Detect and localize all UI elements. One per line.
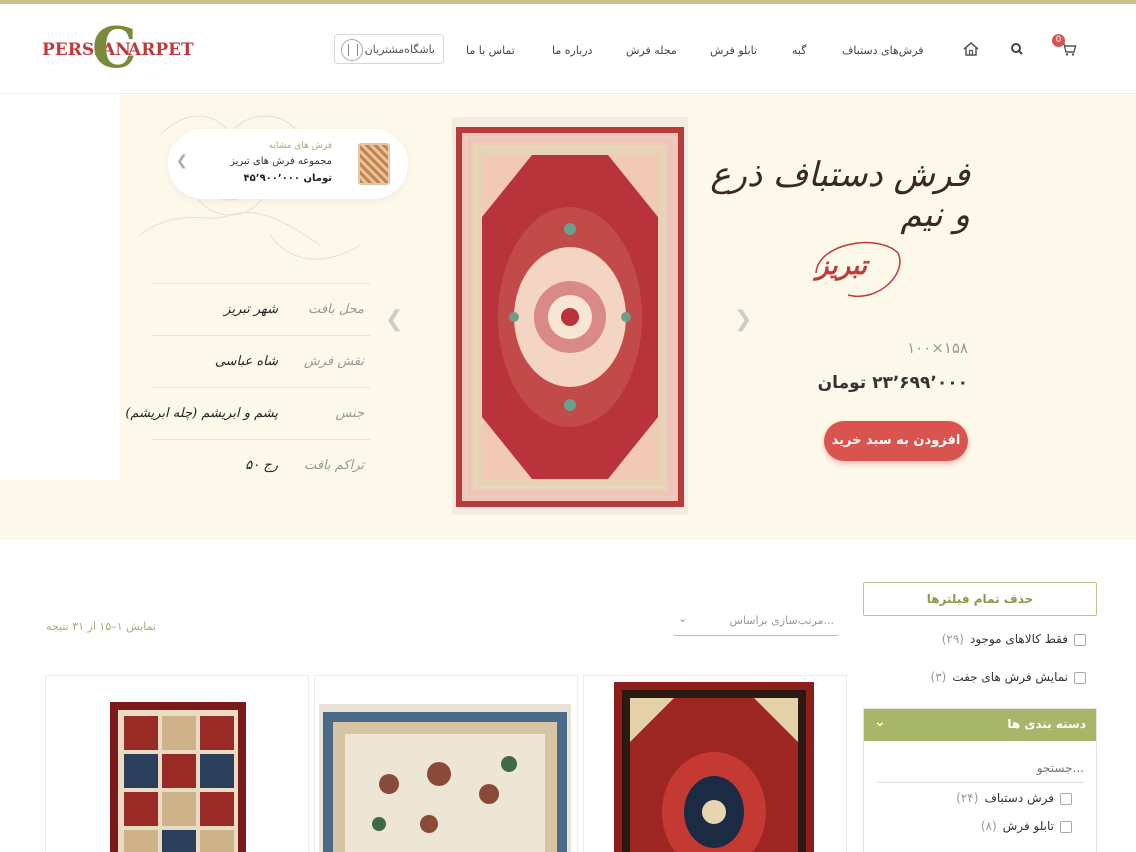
similar-thumbnail	[358, 143, 390, 185]
similar-products-card[interactable]: فرش های مشابه مجموعه فرش های تبریز ۴۵٬۹۰…	[168, 129, 408, 199]
nav-about[interactable]: درباره ما	[552, 44, 592, 57]
hero-left-margin	[0, 95, 120, 480]
spec-key: محل بافت	[308, 302, 364, 317]
spec-value: شاه عباسی	[214, 354, 278, 369]
category-item[interactable]: تابلو فرش (۸)	[981, 819, 1072, 833]
persian-carpet-logo[interactable]: PERSIAN C ARPET	[40, 20, 194, 78]
filter-label: فقط کالاهای موجود	[969, 632, 1068, 646]
categories-panel: دسته بندی ها ⌄ فرش دستباف (۲۴) تابلو فرش (…	[863, 708, 1097, 852]
category-search-input[interactable]	[878, 753, 1084, 783]
category-count: (۸)	[980, 819, 997, 833]
sort-select[interactable]: مرتب‌سازی براساس... ⌄	[674, 604, 838, 636]
featured-rug-image	[452, 117, 688, 515]
hero-subtitle-badge: تبریز	[808, 233, 908, 313]
categories-header[interactable]: دسته بندی ها ⌄	[864, 709, 1096, 741]
product-card[interactable]	[583, 675, 847, 852]
hero-size: ۱۰۰×۱۵۸	[907, 339, 968, 357]
spec-value: ۵۰ رج	[245, 458, 278, 473]
hero-banner: فرش های مشابه مجموعه فرش های تبریز ۴۵٬۹۰…	[0, 95, 1136, 540]
similar-title: مجموعه فرش های تبریز	[230, 156, 332, 167]
nav-magazine[interactable]: مجله فرش	[626, 44, 677, 57]
chevron-left-icon[interactable]: ❮	[176, 153, 188, 169]
spec-row: نقش فرش شاه عباسی	[152, 335, 370, 387]
category-label: فرش دستباف	[984, 791, 1054, 805]
similar-price: ۴۵٬۹۰۰٬۰۰۰ تومان	[243, 173, 332, 184]
sort-placeholder: مرتب‌سازی براساس...	[729, 614, 835, 627]
add-to-cart-button[interactable]: افزودن به سبد خرید	[824, 421, 968, 461]
filter-label: نمایش فرش های جفت	[952, 670, 1068, 684]
checkbox[interactable]	[1060, 792, 1072, 805]
nav-gabbeh[interactable]: گبه	[792, 44, 806, 57]
hero-price: ۲۳٬۶۹۹٬۰۰۰ تومان	[817, 373, 968, 393]
hero-title: فرش دستباف ذرع و نیم	[710, 155, 970, 235]
spec-value: پشم و ابریشم (چله ابریشم)	[125, 406, 278, 421]
spec-row: تراکم بافت ۵۰ رج	[152, 439, 370, 491]
chevron-down-icon[interactable]: ⌄	[874, 714, 886, 730]
clear-filters-button[interactable]: حذف تمام فیلترها	[863, 582, 1097, 616]
checkbox[interactable]	[1060, 820, 1072, 833]
checkbox[interactable]	[1074, 671, 1086, 684]
categories-title: دسته بندی ها	[1007, 717, 1086, 731]
chevron-down-icon: ⌄	[678, 612, 688, 625]
in-stock-filter[interactable]: فقط کالاهای موجود (۲۹)	[942, 632, 1086, 652]
spec-key: نقش فرش	[303, 354, 364, 369]
filter-count: (۲۹)	[941, 632, 964, 646]
cart-count-badge: 0	[1052, 34, 1065, 47]
similar-label: فرش های مشابه	[268, 141, 332, 151]
product-rug-image	[614, 682, 814, 852]
product-card[interactable]	[45, 675, 309, 852]
product-card[interactable]	[314, 675, 578, 852]
home-icon[interactable]	[962, 40, 980, 58]
product-rug-image	[110, 702, 246, 852]
logo-right-word: ARPET	[128, 40, 194, 60]
spec-row: جنس پشم و ابریشم (چله ابریشم)	[125, 387, 370, 439]
spec-row: محل بافت شهر تبریز	[152, 283, 370, 335]
customer-club-button[interactable]: باشگاه‌مشتریان	[334, 34, 444, 64]
specs-table: محل بافت شهر تبریز نقش فرش شاه عباسی جنس…	[125, 283, 370, 491]
nav-contact[interactable]: تماس با ما	[466, 44, 515, 57]
spec-key: تراکم بافت	[304, 458, 364, 473]
site-header: PERSIAN C ARPET باشگاه‌مشتریان تماس با م…	[0, 4, 1136, 94]
product-rug-image	[319, 704, 571, 852]
slider-prev-icon[interactable]: ❮	[385, 307, 403, 332]
category-item[interactable]: فرش دستباف (۲۴)	[956, 791, 1072, 805]
result-count: نمایش ۱–۱۵ از ۳۱ نتیجه	[46, 620, 157, 633]
pairs-filter[interactable]: نمایش فرش های جفت (۳)	[930, 670, 1086, 690]
category-label: تابلو فرش	[1002, 819, 1054, 833]
hero-subtitle: تبریز	[816, 251, 868, 281]
spec-value: شهر تبریز	[224, 302, 278, 317]
search-icon[interactable]	[1008, 40, 1026, 58]
user-badge-icon	[341, 39, 363, 61]
customer-club-label: باشگاه‌مشتریان	[364, 43, 435, 56]
nav-handmade-carpets[interactable]: فرش‌های دستباف	[842, 44, 924, 57]
filter-count: (۳)	[930, 670, 947, 684]
slider-next-icon[interactable]: ❯	[734, 307, 752, 332]
nav-tableau[interactable]: تابلو فرش	[710, 44, 757, 57]
checkbox[interactable]	[1074, 633, 1086, 646]
category-count: (۲۴)	[956, 791, 979, 805]
spec-key: جنس	[335, 406, 364, 421]
